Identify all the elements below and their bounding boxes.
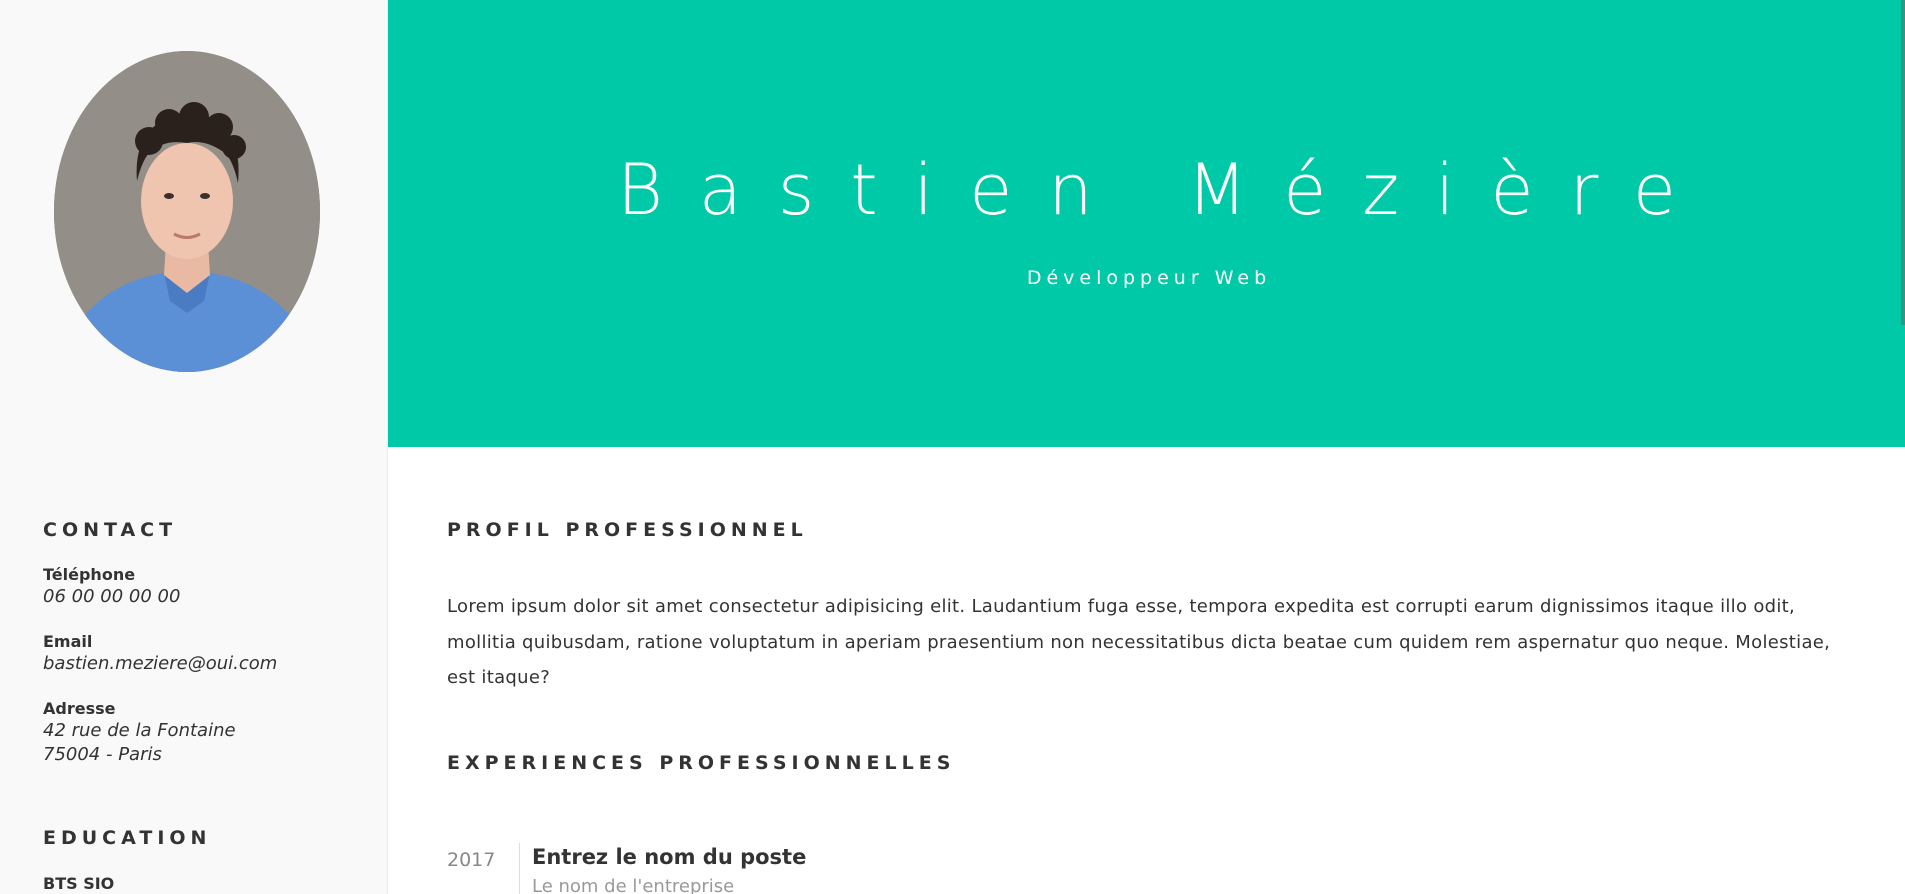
email-value: bastien.meziere@oui.com (43, 653, 278, 674)
experience-title: EXPERIENCES PROFESSIONNELLES (447, 752, 956, 774)
resume-page: CONTACT Téléphone 06 00 00 00 00 Email b… (0, 0, 1905, 894)
experience-role: Entrez le nom du poste (532, 845, 807, 869)
sidebar: CONTACT Téléphone 06 00 00 00 00 Email b… (0, 0, 388, 894)
experience-company: Le nom de l'entreprise (532, 876, 735, 894)
avatar-photo (54, 51, 320, 372)
phone-label: Téléphone (43, 565, 136, 584)
avatar (54, 51, 320, 372)
profile-title: PROFIL PROFESSIONNEL (447, 519, 808, 541)
job-title: Développeur Web (1026, 267, 1272, 289)
scrollbar-thumb[interactable] (1901, 0, 1905, 325)
address-line-2: 75004 - Paris (43, 744, 162, 765)
education-title: EDUCATION (43, 827, 212, 849)
email-label: Email (43, 632, 93, 651)
contact-title: CONTACT (43, 519, 178, 541)
profile-text: Lorem ipsum dolor sit amet consectetur a… (447, 596, 1831, 688)
education-item: BTS SIO (43, 874, 115, 893)
timeline-divider (519, 843, 520, 894)
page-title: Bastien Mézière (617, 149, 1712, 231)
address-label: Adresse (43, 699, 116, 718)
phone-value: 06 00 00 00 00 (43, 586, 181, 607)
experience-year: 2017 (447, 849, 496, 871)
address-line-1: 42 rue de la Fontaine (43, 720, 236, 741)
hero-header: Bastien Mézière Développeur Web (388, 0, 1905, 447)
